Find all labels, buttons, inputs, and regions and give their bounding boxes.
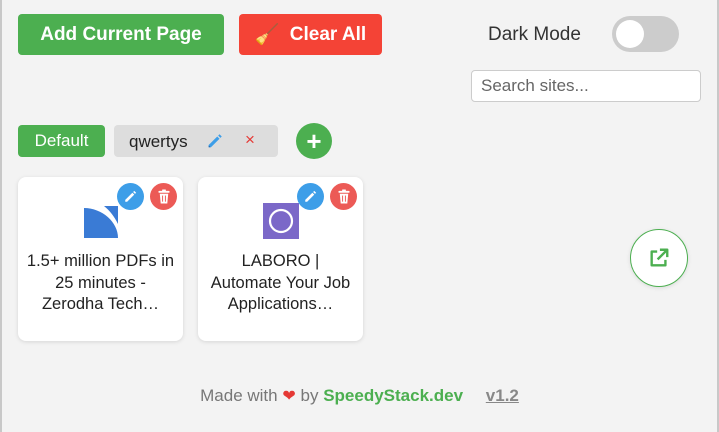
close-icon[interactable]: × — [245, 130, 255, 150]
site-card-title: LABORO | Automate Your Job Applications… — [210, 252, 351, 313]
group-tab-qwertys[interactable]: qwertys × — [114, 125, 278, 157]
pencil-icon[interactable] — [206, 132, 224, 150]
pencil-icon — [305, 190, 317, 202]
footer-brand-link[interactable]: SpeedyStack.dev — [323, 386, 463, 405]
toggle-knob — [616, 20, 644, 48]
site-card-title: 1.5+ million PDFs in 25 minutes - Zerodh… — [26, 252, 175, 313]
edit-site-button[interactable] — [117, 183, 144, 210]
footer-version[interactable]: v1.2 — [486, 386, 519, 405]
trash-icon — [157, 189, 170, 204]
zerodha-logo-icon — [84, 206, 118, 238]
site-card[interactable]: 1.5+ million PDFs in 25 minutes - Zerodh… — [18, 177, 183, 341]
clear-all-button[interactable]: 🧹 Clear All — [239, 14, 382, 55]
add-current-page-button[interactable]: Add Current Page — [18, 14, 224, 55]
edit-site-button[interactable] — [297, 183, 324, 210]
clear-all-label: Clear All — [289, 23, 367, 45]
group-tab-label: qwertys — [129, 132, 188, 151]
broom-icon: 🧹 — [254, 23, 280, 46]
open-external-button[interactable] — [630, 229, 688, 287]
plus-icon: + — [306, 126, 322, 156]
add-group-button[interactable]: + — [296, 123, 332, 159]
footer-by: by — [300, 386, 319, 405]
footer: Made with ❤ by SpeedyStack.dev v1.2 — [0, 386, 719, 406]
pencil-icon — [125, 190, 137, 202]
search-input[interactable] — [471, 70, 701, 102]
laboro-logo-icon — [263, 203, 299, 239]
heart-icon: ❤ — [282, 388, 296, 405]
group-tab-default[interactable]: Default — [18, 125, 105, 157]
footer-made-with: Made with — [200, 386, 278, 405]
dark-mode-label: Dark Mode — [488, 24, 581, 45]
dark-mode-toggle[interactable] — [612, 16, 679, 52]
group-tab-label: Default — [34, 131, 89, 150]
delete-site-button[interactable] — [150, 183, 177, 210]
site-card[interactable]: LABORO | Automate Your Job Applications… — [198, 177, 363, 341]
delete-site-button[interactable] — [330, 183, 357, 210]
trash-icon — [337, 189, 350, 204]
external-link-icon — [650, 248, 669, 267]
